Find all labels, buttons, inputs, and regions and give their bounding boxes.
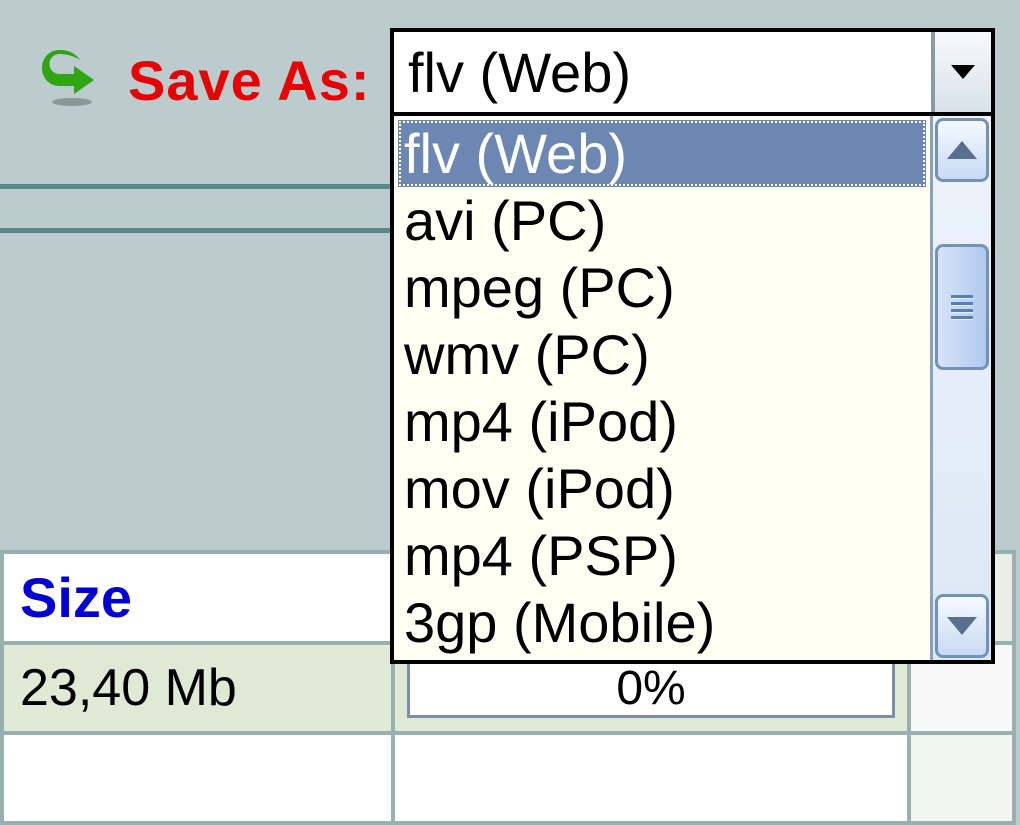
save-as-selected-value: flv (Web) xyxy=(394,40,931,105)
save-as-combo: flv (Web) flv (Web) avi (PC) mpeg (PC) w… xyxy=(390,28,995,664)
dropdown-option[interactable]: mpeg (PC) xyxy=(394,254,930,321)
table-empty-cell xyxy=(395,735,911,825)
scrollbar-grip-icon xyxy=(951,295,973,319)
scrollbar-track[interactable] xyxy=(933,184,991,592)
dropdown-option[interactable]: mp4 (iPod) xyxy=(394,388,930,455)
table-scrollbar-track[interactable] xyxy=(911,735,1016,825)
table-cell-size: 23,40 Mb xyxy=(0,645,395,735)
save-as-select[interactable]: flv (Web) xyxy=(390,28,995,116)
scroll-up-button[interactable] xyxy=(935,118,989,182)
progress-bar: 0% xyxy=(407,658,895,718)
chevron-down-icon[interactable] xyxy=(931,32,991,112)
dropdown-scrollbar xyxy=(930,116,991,660)
dropdown-option[interactable]: flv (Web) xyxy=(398,120,926,187)
dropdown-option[interactable]: wmv (PC) xyxy=(394,321,930,388)
save-as-label: Save As: xyxy=(128,48,371,113)
save-arrow-icon xyxy=(40,48,100,113)
dropdown-option[interactable]: avi (PC) xyxy=(394,187,930,254)
table-empty-cell xyxy=(0,735,395,825)
dropdown-list: flv (Web) avi (PC) mpeg (PC) wmv (PC) mp… xyxy=(394,116,930,660)
scroll-down-button[interactable] xyxy=(935,594,989,658)
dropdown-option[interactable]: 3gp (Mobile) xyxy=(394,589,930,656)
dropdown-option[interactable]: mp4 (PSP) xyxy=(394,522,930,589)
column-header-size[interactable]: Size xyxy=(0,550,395,645)
dropdown-option[interactable]: mov (iPod) xyxy=(394,455,930,522)
save-as-row: Save As: xyxy=(40,48,371,113)
scrollbar-thumb[interactable] xyxy=(935,244,989,370)
save-as-dropdown: flv (Web) avi (PC) mpeg (PC) wmv (PC) mp… xyxy=(390,116,995,664)
